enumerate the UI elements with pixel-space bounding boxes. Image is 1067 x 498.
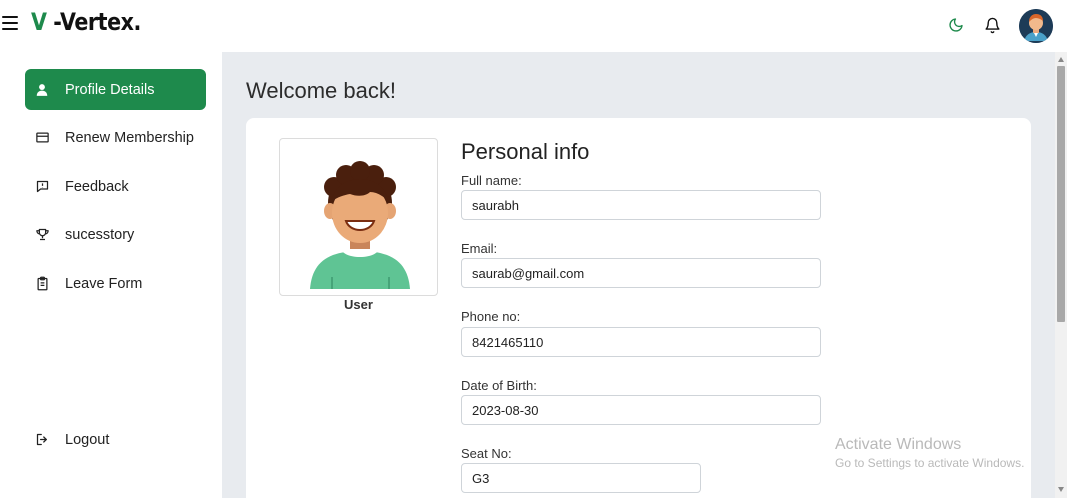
phone-label: Phone no:	[461, 309, 521, 324]
sidebar-item-label: sucesstory	[65, 226, 135, 243]
activate-windows-subtitle: Go to Settings to activate Windows.	[835, 456, 1025, 470]
brand-name: -Vertex.	[46, 8, 141, 36]
dob-label: Date of Birth:	[461, 378, 537, 393]
sidebar-item-label: Renew Membership	[65, 129, 194, 146]
seat-no-field[interactable]	[461, 463, 701, 493]
sidebar-item-leave-form[interactable]: Leave Form	[25, 263, 206, 304]
card-icon	[34, 130, 50, 146]
scroll-thumb[interactable]	[1057, 66, 1065, 322]
logout-icon	[34, 432, 50, 448]
sidebar-item-renew-membership[interactable]: Renew Membership	[25, 117, 206, 158]
user-icon	[34, 82, 50, 98]
sidebar: Profile Details Renew Membership Feedbac…	[0, 52, 222, 498]
sidebar-item-label: Feedback	[65, 178, 129, 195]
profile-picture[interactable]	[279, 138, 438, 296]
menu-icon[interactable]	[2, 16, 18, 32]
brand-v: V	[31, 8, 47, 36]
page-title: Welcome back!	[246, 78, 396, 103]
trophy-icon	[34, 227, 50, 243]
feedback-icon	[34, 179, 50, 195]
user-label: User	[344, 297, 373, 312]
bell-icon[interactable]	[981, 14, 1003, 36]
brand-logo[interactable]: V -Vertex.	[31, 8, 141, 36]
vertical-scrollbar[interactable]	[1055, 52, 1067, 498]
full-name-label: Full name:	[461, 173, 522, 188]
scroll-up-arrow-icon[interactable]	[1058, 57, 1064, 62]
dob-field[interactable]	[461, 395, 821, 425]
avatar[interactable]	[1019, 9, 1053, 43]
email-label: Email:	[461, 241, 498, 256]
sidebar-item-feedback[interactable]: Feedback	[25, 166, 206, 207]
logout-button[interactable]: Logout	[25, 419, 206, 460]
activate-windows-title: Activate Windows	[835, 436, 962, 453]
seat-no-label: Seat No:	[461, 446, 512, 461]
moon-icon[interactable]	[945, 14, 967, 36]
sidebar-item-sucesstory[interactable]: sucesstory	[25, 214, 206, 255]
sidebar-item-label: Leave Form	[65, 275, 143, 292]
main-content: Welcome back! User Personal info Full na…	[222, 52, 1055, 498]
sidebar-item-label: Profile Details	[65, 81, 155, 98]
full-name-field[interactable]	[461, 190, 821, 220]
sidebar-item-profile-details[interactable]: Profile Details	[25, 69, 206, 110]
email-field[interactable]	[461, 258, 821, 288]
scroll-down-arrow-icon[interactable]	[1058, 487, 1064, 492]
personal-info-title: Personal info	[461, 139, 590, 164]
clipboard-icon	[34, 276, 50, 292]
logout-label: Logout	[65, 431, 110, 448]
phone-field[interactable]	[461, 327, 821, 357]
top-bar: V -Vertex.	[0, 0, 1067, 52]
